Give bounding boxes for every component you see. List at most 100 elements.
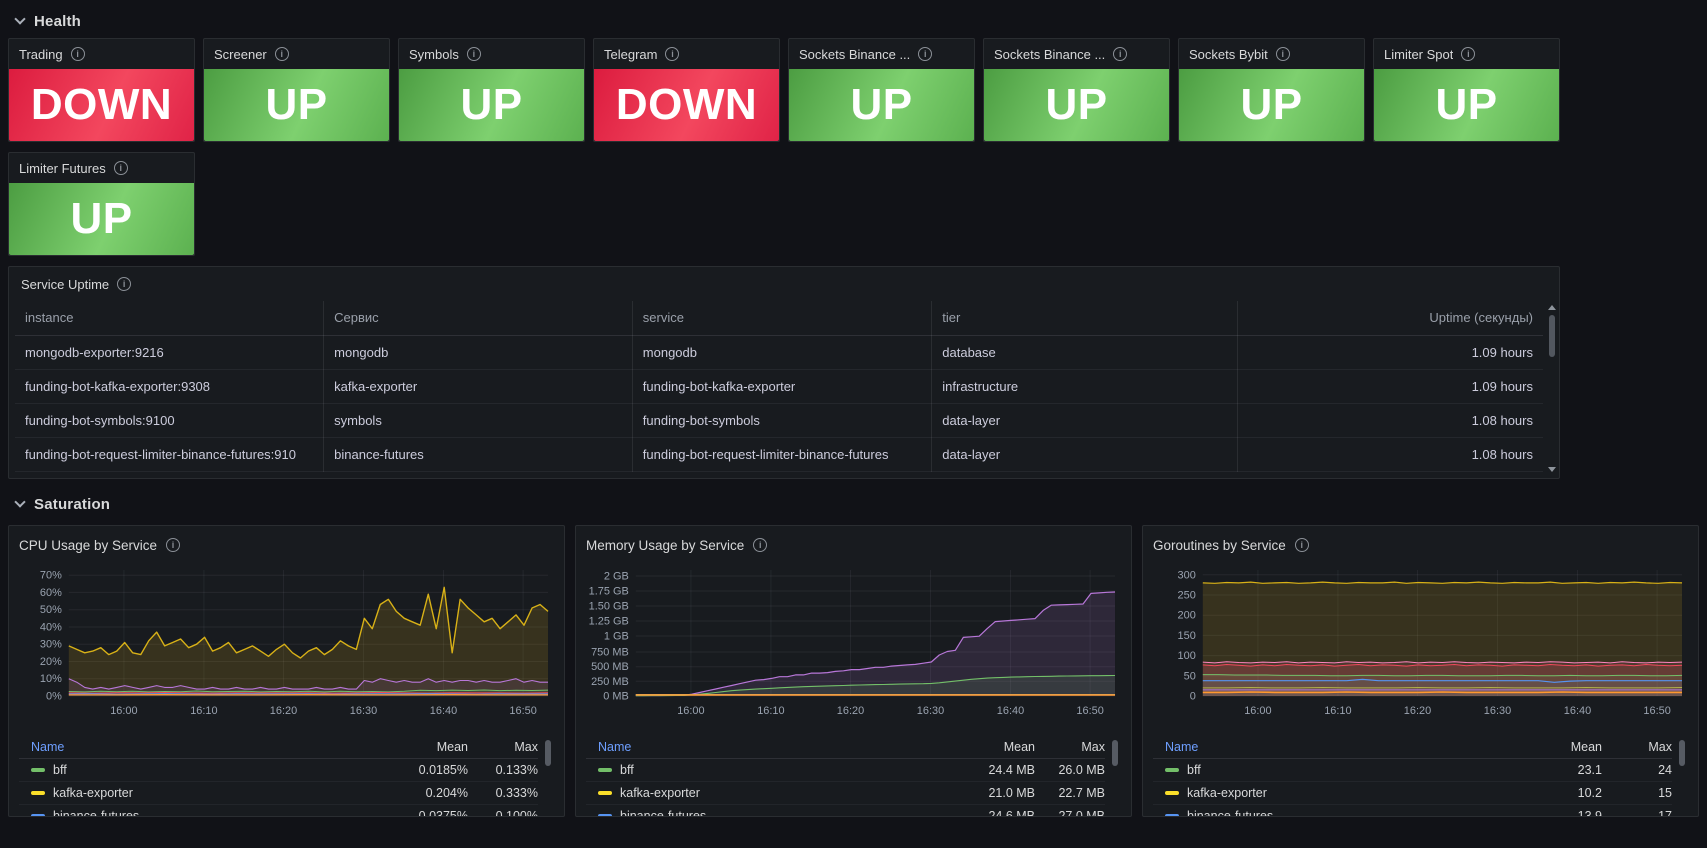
legend-sort-name[interactable]: Name xyxy=(1153,740,1510,754)
legend-series-name: kafka-exporter xyxy=(53,786,133,800)
row-header-health[interactable]: Health xyxy=(8,6,1699,36)
info-icon[interactable]: i xyxy=(113,161,128,175)
status-value: UP xyxy=(1374,69,1559,141)
table-cell: kafka-exporter xyxy=(323,369,633,404)
svg-text:16:10: 16:10 xyxy=(190,705,217,717)
chart-panel-goroutines-by-service: Goroutines by Service i 16:00 16:10 16:20 16:… xyxy=(1142,525,1699,817)
column-header-0[interactable]: instance xyxy=(15,301,325,336)
legend-sort-max[interactable]: Max xyxy=(468,740,538,754)
legend-scrollbar[interactable] xyxy=(1111,738,1119,816)
svg-text:40%: 40% xyxy=(40,621,62,633)
legend-series-name: binance-futures xyxy=(1187,809,1274,817)
legend-scrollbar[interactable] xyxy=(544,738,552,816)
legend-sort-mean[interactable]: Mean xyxy=(1510,740,1602,754)
legend-series-toggle[interactable]: binance-futures xyxy=(1153,809,1510,817)
status-value: UP xyxy=(984,69,1169,141)
time-series-plot-goroutines-by-service[interactable]: 16:00 16:10 16:20 16:30 16:40 16:50 0 50 100 150 2… xyxy=(1153,564,1688,722)
time-series-plot-memory-usage-by-service[interactable]: 16:00 16:10 16:20 16:30 16:40 16:50 0 MB 250 MB… xyxy=(586,564,1121,722)
legend-series-toggle[interactable]: bff xyxy=(586,763,943,777)
info-icon[interactable]: i xyxy=(70,47,85,61)
svg-text:16:00: 16:00 xyxy=(1244,705,1271,717)
table-scrollbar[interactable] xyxy=(1548,305,1556,472)
stat-panel-screener: Screener i UP xyxy=(203,38,390,142)
svg-text:16:10: 16:10 xyxy=(1324,705,1351,717)
legend-sort-name[interactable]: Name xyxy=(586,740,943,754)
legend-row: binance-futures 13.9 17 xyxy=(1153,805,1672,817)
chart-panel-header: CPU Usage by Service i xyxy=(19,532,554,558)
legend-header: Name Mean Max xyxy=(586,736,1105,759)
legend-series-toggle[interactable]: kafka-exporter xyxy=(586,786,943,800)
table-cell: database xyxy=(931,335,1238,370)
legend-series-toggle[interactable]: kafka-exporter xyxy=(19,786,376,800)
service-uptime-title: Service Uptime xyxy=(21,276,110,292)
column-header-1[interactable]: Сервис xyxy=(323,301,633,336)
info-icon[interactable]: i xyxy=(753,538,768,552)
time-series-plot-cpu-usage-by-service[interactable]: 16:00 16:10 16:20 16:30 16:40 16:50 0% 10% 20% 30… xyxy=(19,564,554,722)
info-icon[interactable]: i xyxy=(665,47,680,61)
svg-text:16:40: 16:40 xyxy=(430,705,457,717)
legend-series-toggle[interactable]: kafka-exporter xyxy=(1153,786,1510,800)
stat-panel-header: Telegram i xyxy=(594,39,779,69)
scrollbar-thumb[interactable] xyxy=(1112,740,1118,766)
scrollbar-thumb[interactable] xyxy=(1679,740,1685,766)
stat-panel-title: Limiter Futures xyxy=(19,160,106,176)
series-color-swatch-icon xyxy=(31,814,45,816)
svg-text:16:10: 16:10 xyxy=(757,705,784,717)
info-icon[interactable]: i xyxy=(274,47,289,61)
chart-panel-title: Goroutines by Service xyxy=(1153,537,1286,553)
legend-sort-max[interactable]: Max xyxy=(1602,740,1672,754)
legend-series-toggle[interactable]: bff xyxy=(19,763,376,777)
status-value: UP xyxy=(9,183,194,255)
info-icon[interactable]: i xyxy=(1294,538,1309,552)
svg-text:2 GB: 2 GB xyxy=(604,570,629,582)
legend-series-toggle[interactable]: binance-futures xyxy=(586,809,943,816)
legend-series-toggle[interactable]: binance-futures xyxy=(19,809,376,816)
svg-text:16:20: 16:20 xyxy=(837,705,864,717)
legend-max-value: 26.0 MB xyxy=(1058,763,1105,777)
svg-text:250 MB: 250 MB xyxy=(591,676,629,688)
info-icon[interactable]: i xyxy=(166,538,181,552)
svg-text:16:50: 16:50 xyxy=(509,705,536,717)
legend-scrollbar[interactable] xyxy=(1678,738,1686,816)
stat-panel-header: Symbols i xyxy=(399,39,584,69)
info-icon[interactable]: i xyxy=(918,47,933,61)
column-header-4[interactable]: Uptime (секунды) xyxy=(1237,301,1543,336)
svg-text:10%: 10% xyxy=(40,673,62,685)
legend-series-toggle[interactable]: bff xyxy=(1153,763,1510,777)
series-color-swatch-icon xyxy=(598,814,612,816)
table-cell: symbols xyxy=(323,403,633,438)
stat-panel-header: Sockets Bybit i xyxy=(1179,39,1364,69)
stat-panel-title: Screener xyxy=(214,46,267,62)
scroll-down-icon[interactable] xyxy=(1548,467,1556,472)
info-icon[interactable]: i xyxy=(466,47,481,61)
table-cell: mongodb xyxy=(632,335,933,370)
legend-series-name: bff xyxy=(53,763,67,777)
legend-sort-max[interactable]: Max xyxy=(1035,740,1105,754)
column-header-2[interactable]: service xyxy=(632,301,933,336)
scrollbar-thumb[interactable] xyxy=(1549,315,1555,357)
legend-sort-name[interactable]: Name xyxy=(19,740,376,754)
info-icon[interactable]: i xyxy=(1113,47,1128,61)
table-cell: data-layer xyxy=(931,437,1238,472)
row-header-saturation[interactable]: Saturation xyxy=(8,489,1699,519)
svg-text:1.50 GB: 1.50 GB xyxy=(589,600,629,612)
svg-text:1 GB: 1 GB xyxy=(604,630,629,642)
info-icon[interactable]: i xyxy=(117,277,132,291)
stat-panel-header: Trading i xyxy=(9,39,194,69)
legend-mean-value: 0.0185% xyxy=(418,763,468,777)
legend: Name Mean Max bff 23.1 24 kafka-exporter 10.2 15… xyxy=(1153,736,1688,817)
chevron-down-icon xyxy=(14,495,26,508)
legend-row: binance-futures 0.0375% 0.100% xyxy=(19,805,538,816)
stat-panel-symbols: Symbols i UP xyxy=(398,38,585,142)
legend-row: binance-futures 24.6 MB 27.0 MB xyxy=(586,805,1105,816)
legend-max-value: 22.7 MB xyxy=(1058,786,1105,800)
legend-sort-mean[interactable]: Mean xyxy=(943,740,1035,754)
table-cell: funding-bot-kafka-exporter xyxy=(632,369,933,404)
column-header-3[interactable]: tier xyxy=(931,301,1238,336)
scrollbar-thumb[interactable] xyxy=(545,740,551,766)
svg-text:150: 150 xyxy=(1178,630,1196,642)
legend-sort-mean[interactable]: Mean xyxy=(376,740,468,754)
info-icon[interactable]: i xyxy=(1461,47,1476,61)
scroll-up-icon[interactable] xyxy=(1548,305,1556,310)
info-icon[interactable]: i xyxy=(1275,47,1290,61)
